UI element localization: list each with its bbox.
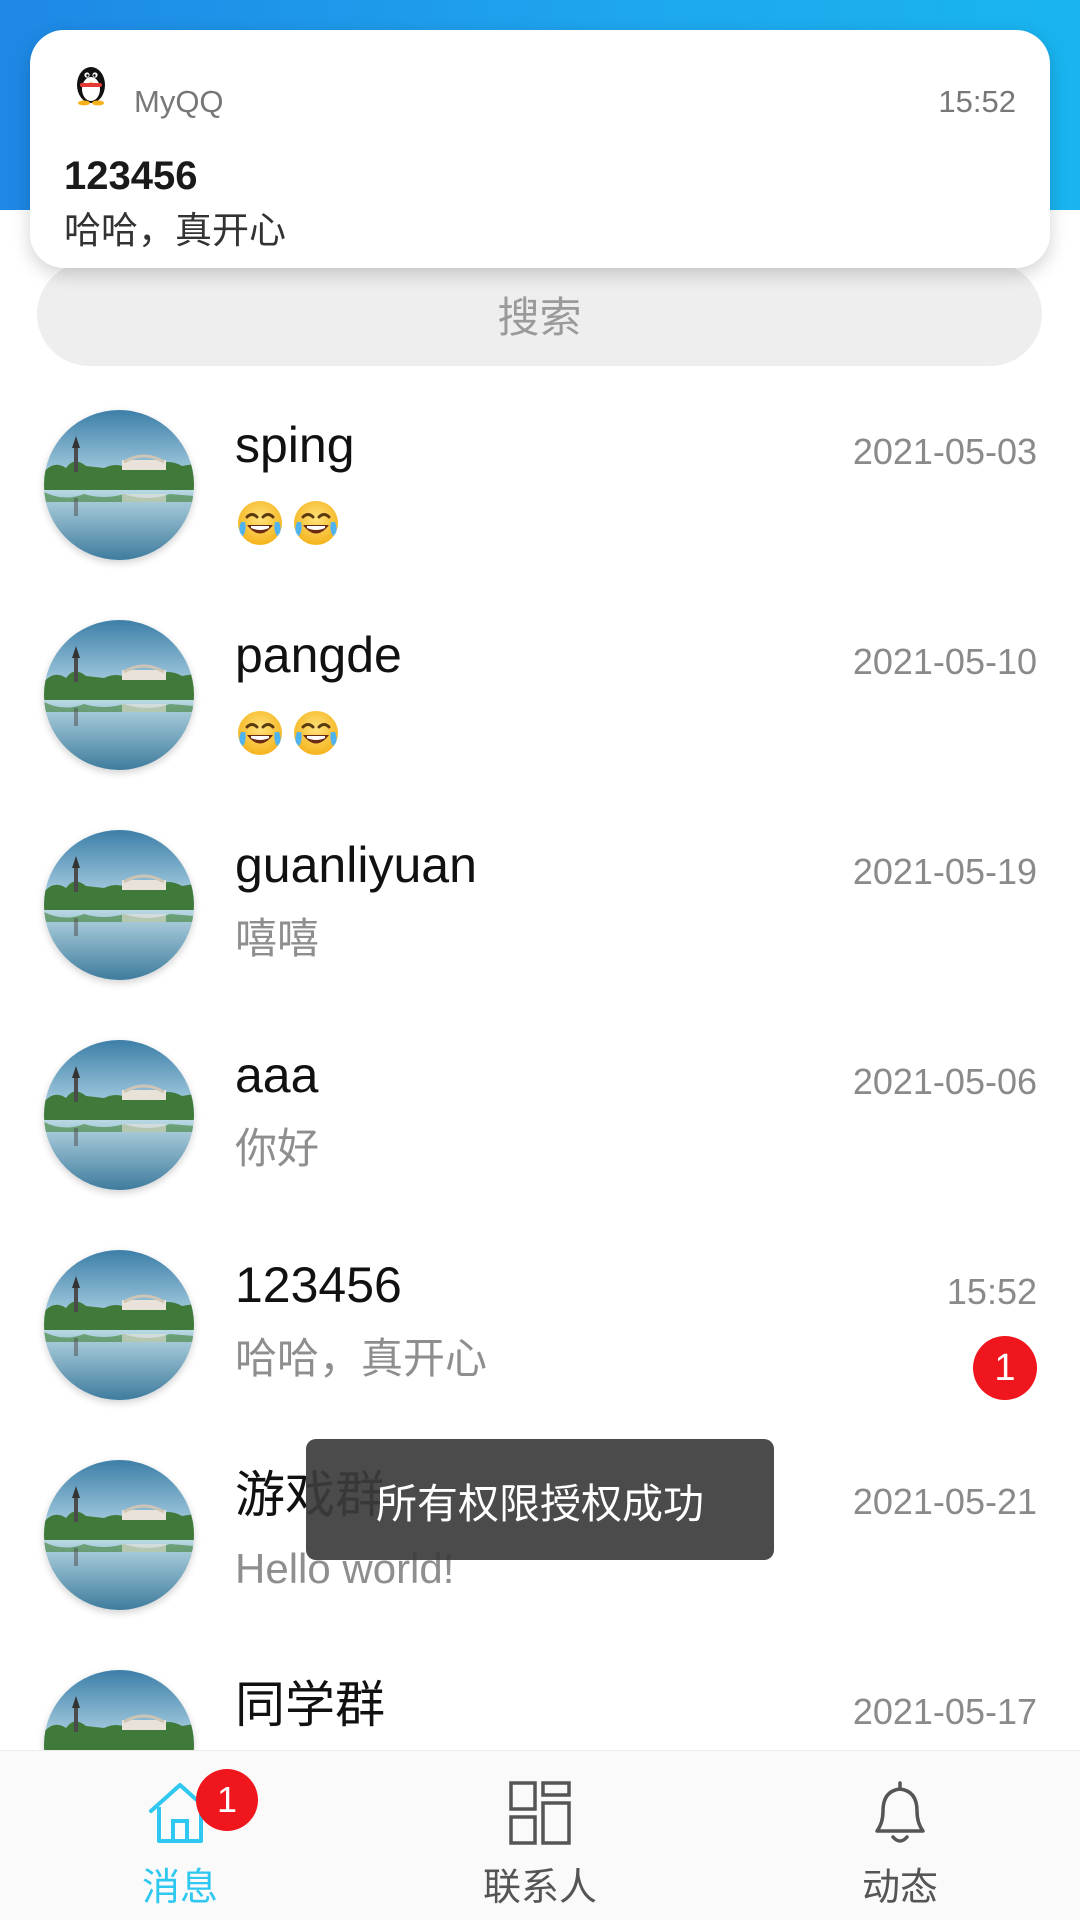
- chat-row[interactable]: 同学群 2021-05-17: [0, 1644, 1080, 1750]
- toast: 所有权限授权成功: [306, 1439, 774, 1560]
- avatar: [44, 1250, 194, 1400]
- laughing-emoji-icon: [291, 498, 341, 548]
- chat-name: aaa: [235, 1047, 319, 1103]
- search-bar[interactable]: 搜索: [37, 262, 1042, 366]
- chat-time: 2021-05-19: [852, 851, 1037, 892]
- avatar: [44, 1040, 194, 1190]
- nav-item-feed[interactable]: 动态: [720, 1751, 1080, 1920]
- unread-badge: 1: [973, 1336, 1037, 1400]
- notification-time: 15:52: [938, 84, 1016, 119]
- chat-name: pangde: [235, 627, 402, 683]
- nav-unread-badge: 1: [196, 1769, 258, 1831]
- chat-name: 同学群: [235, 1677, 385, 1733]
- chat-row[interactable]: pangde 2021-05-10: [0, 594, 1080, 804]
- nav-label: 联系人: [482, 1867, 597, 1909]
- nav-item-messages[interactable]: 消息 1: [0, 1751, 360, 1920]
- chat-row[interactable]: sping 2021-05-03: [0, 384, 1080, 594]
- chat-time: 2021-05-17: [852, 1691, 1037, 1732]
- chat-message: [235, 498, 347, 548]
- grid-icon: [509, 1781, 571, 1845]
- nav-item-contacts[interactable]: 联系人: [360, 1751, 720, 1920]
- chat-time: 2021-05-06: [852, 1061, 1037, 1102]
- notification-text: 哈哈，真开心: [64, 210, 286, 251]
- chat-name: 123456: [235, 1257, 402, 1313]
- notification-title: 123456: [64, 154, 198, 198]
- search-placeholder: 搜索: [497, 293, 582, 341]
- chat-message: [235, 708, 347, 758]
- nav-label: 消息: [141, 1867, 218, 1909]
- chat-name: sping: [235, 417, 355, 473]
- chat-message: 你好: [235, 1125, 320, 1172]
- laughing-emoji-icon: [291, 708, 341, 758]
- laughing-emoji-icon: [235, 708, 285, 758]
- chat-row[interactable]: guanliyuan 2021-05-19 嘻嘻: [0, 804, 1080, 1014]
- chat-message: 哈哈，真开心: [235, 1335, 488, 1382]
- heads-up-notification[interactable]: MyQQ 15:52 123456 哈哈，真开心: [30, 30, 1050, 268]
- chat-time: 2021-05-03: [852, 431, 1037, 472]
- avatar: [44, 1460, 194, 1610]
- chat-time: 2021-05-21: [852, 1481, 1037, 1522]
- chat-time: 2021-05-10: [852, 641, 1037, 682]
- bell-icon: [875, 1781, 925, 1843]
- chat-row[interactable]: 123456 15:52 哈哈，真开心 1: [0, 1224, 1080, 1434]
- laughing-emoji-icon: [235, 498, 285, 548]
- avatar: [44, 410, 194, 560]
- chat-name: guanliyuan: [235, 837, 477, 893]
- penguin-icon: [77, 67, 105, 106]
- avatar: [44, 620, 194, 770]
- nav-label: 动态: [861, 1867, 938, 1909]
- notification-app-name: MyQQ: [134, 84, 224, 119]
- chat-row[interactable]: aaa 2021-05-06 你好: [0, 1014, 1080, 1224]
- avatar: [44, 830, 194, 980]
- toast-text: 所有权限授权成功: [376, 1480, 704, 1527]
- chat-message: 嘻嘻: [235, 915, 320, 962]
- avatar: [44, 1670, 194, 1750]
- bottom-navigation: 消息 1 联系人 动态: [0, 1750, 1080, 1920]
- chat-time: 15:52: [946, 1271, 1037, 1312]
